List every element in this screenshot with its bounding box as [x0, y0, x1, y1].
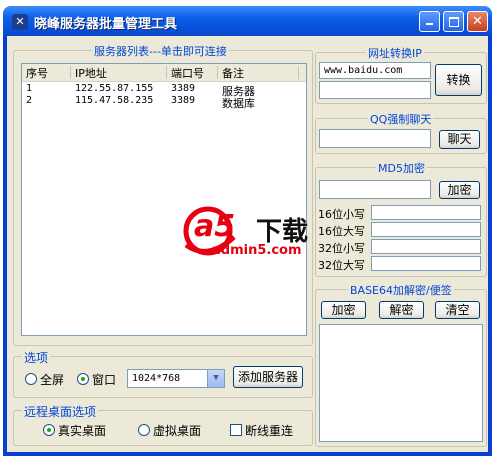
md5-32-upper-field[interactable]	[371, 256, 481, 271]
row-index: 1	[26, 83, 33, 94]
md5-input[interactable]	[319, 180, 431, 199]
fullscreen-radio[interactable]	[25, 373, 37, 385]
row-port: 3389	[171, 95, 196, 106]
qq-number-input[interactable]	[319, 129, 431, 148]
window-radio[interactable]	[77, 373, 89, 385]
md5-title: MD5加密	[376, 160, 427, 176]
base64-decrypt-button[interactable]: 解密	[379, 301, 424, 319]
server-list[interactable]: 序号 IP地址 端口号 备注 1 122.55.87.155 3389 服务器 …	[21, 63, 307, 336]
table-row[interactable]: 1 122.55.87.155 3389 服务器	[22, 83, 306, 98]
column-ip[interactable]: IP地址	[75, 65, 107, 81]
server-list-title: 服务器列表---单击即可连接	[92, 43, 229, 59]
minimize-icon	[426, 23, 433, 25]
table-row[interactable]: 2 115.47.58.235 3389 数据库	[22, 95, 306, 110]
window-label: 窗口	[92, 373, 117, 387]
real-desktop-label: 真实桌面	[58, 424, 107, 438]
url-convert-title: 网址转换IP	[366, 45, 424, 61]
convert-button[interactable]: 转换	[435, 64, 482, 96]
row-ip: 122.55.87.155	[75, 83, 154, 94]
real-desktop-radio[interactable]	[43, 424, 55, 436]
column-index[interactable]: 序号	[26, 65, 48, 81]
logo-site-text: admin5.com	[212, 243, 302, 258]
md5-32-lower-field[interactable]	[371, 239, 481, 254]
logo-a5-text: a5	[194, 209, 236, 244]
remote-desktop-title: 远程桌面选项	[22, 403, 99, 420]
chevron-down-icon[interactable]: ▼	[207, 370, 224, 387]
reconnect-label: 断线重连	[245, 424, 294, 438]
base64-clear-button[interactable]: 清空	[435, 301, 480, 319]
maximize-button[interactable]	[443, 11, 464, 32]
reconnect-checkbox[interactable]	[230, 424, 242, 436]
md5-16-upper-field[interactable]	[371, 222, 481, 237]
minimize-button[interactable]	[419, 11, 440, 32]
url-input[interactable]: www.baidu.com	[319, 62, 431, 79]
close-icon: ✕	[472, 14, 483, 29]
md5-16-lower-field[interactable]	[371, 205, 481, 220]
resolution-value: 1024*768	[132, 373, 181, 384]
base64-title: BASE64加解密/便签	[348, 282, 454, 298]
row-ip: 115.47.58.235	[75, 95, 154, 106]
row-index: 2	[26, 95, 33, 106]
close-button[interactable]: ✕	[467, 11, 488, 32]
app-icon: ✕	[12, 14, 28, 30]
base64-encrypt-button[interactable]: 加密	[321, 301, 366, 319]
server-list-header: 序号 IP地址 端口号 备注	[22, 64, 306, 82]
title-bar[interactable]: ✕ 晓峰服务器批量管理工具 ✕	[3, 6, 492, 36]
maximize-icon	[448, 17, 459, 27]
row-note: 数据库	[222, 97, 255, 110]
ip-result-field[interactable]	[319, 81, 431, 99]
add-server-button[interactable]: 添加服务器	[233, 366, 303, 388]
row-port: 3389	[171, 83, 196, 94]
base64-textarea[interactable]	[319, 324, 483, 442]
resolution-select[interactable]: 1024*768 ▼	[127, 369, 225, 388]
window-title: 晓峰服务器批量管理工具	[34, 17, 178, 32]
virtual-desktop-label: 虚拟桌面	[153, 424, 202, 438]
virtual-desktop-radio[interactable]	[138, 424, 150, 436]
column-port[interactable]: 端口号	[171, 65, 204, 81]
watermark-logo: a5 下载 admin5.com	[178, 203, 328, 265]
column-note[interactable]: 备注	[222, 65, 244, 81]
fullscreen-label: 全屏	[40, 373, 65, 387]
options-title: 选项	[22, 349, 51, 366]
qq-chat-title: QQ强制聊天	[368, 111, 434, 127]
chat-button[interactable]: 聊天	[439, 130, 480, 149]
md5-encrypt-button[interactable]: 加密	[439, 181, 480, 199]
